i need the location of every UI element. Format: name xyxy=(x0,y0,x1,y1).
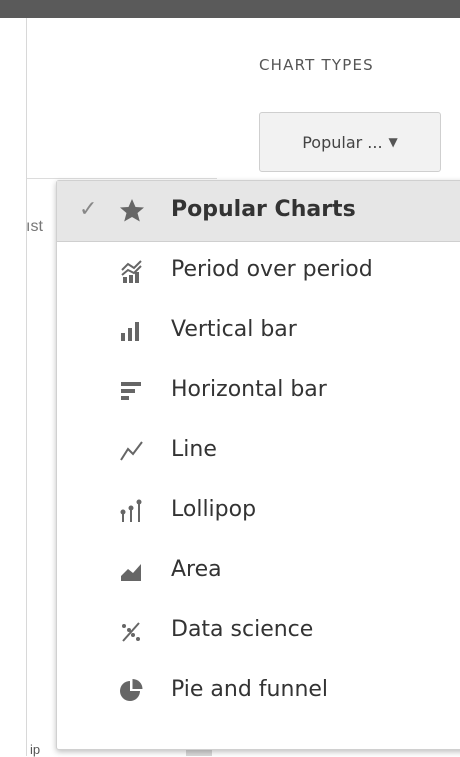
menu-item-popular-charts[interactable]: ✓ Popular Charts xyxy=(57,181,460,242)
menu-item-label: Vertical bar xyxy=(171,317,297,342)
lollipop-icon xyxy=(117,497,147,525)
chart-types-label: CHART TYPES xyxy=(259,56,374,74)
chevron-down-icon: ▼ xyxy=(388,135,398,149)
menu-item-label: Pie and funnel xyxy=(171,677,329,702)
chart-type-selector-value: Popular ... xyxy=(302,132,383,152)
chart-type-dropdown: ✓ Popular Charts Period over period Vert… xyxy=(56,180,460,750)
vertical-bar-icon xyxy=(117,317,147,345)
window-top-bar xyxy=(0,0,460,18)
horizontal-bar-icon xyxy=(117,377,147,405)
menu-item-horizontal-bar[interactable]: Horizontal bar xyxy=(57,361,460,421)
menu-item-label: Line xyxy=(171,437,217,462)
period-over-period-icon xyxy=(117,257,147,285)
menu-item-label: Horizontal bar xyxy=(171,377,327,402)
menu-item-area[interactable]: Area xyxy=(57,541,460,601)
left-peek-text: ıst xyxy=(26,218,43,235)
menu-item-vertical-bar[interactable]: Vertical bar xyxy=(57,301,460,361)
data-science-icon xyxy=(117,617,147,645)
menu-item-period-over-period[interactable]: Period over period xyxy=(57,241,460,301)
menu-item-label: Data science xyxy=(171,617,314,642)
menu-item-label: Lollipop xyxy=(171,497,257,522)
area-chart-icon xyxy=(117,557,147,585)
check-icon: ✓ xyxy=(79,197,98,222)
menu-item-lollipop[interactable]: Lollipop xyxy=(57,481,460,541)
chart-type-selector[interactable]: Popular ... ▼ xyxy=(259,112,441,172)
menu-item-data-science[interactable]: Data science xyxy=(57,601,460,661)
menu-item-line[interactable]: Line xyxy=(57,421,460,481)
menu-item-pie-and-funnel[interactable]: Pie and funnel xyxy=(57,661,460,721)
left-panel-divider xyxy=(27,178,217,179)
bottom-peek-text: ip xyxy=(30,742,41,757)
menu-item-label: Period over period xyxy=(171,257,373,282)
line-chart-icon xyxy=(117,437,147,465)
menu-item-label: Area xyxy=(171,557,222,582)
menu-item-label: Popular Charts xyxy=(171,197,356,222)
pie-chart-icon xyxy=(117,677,147,705)
star-icon xyxy=(117,197,147,225)
